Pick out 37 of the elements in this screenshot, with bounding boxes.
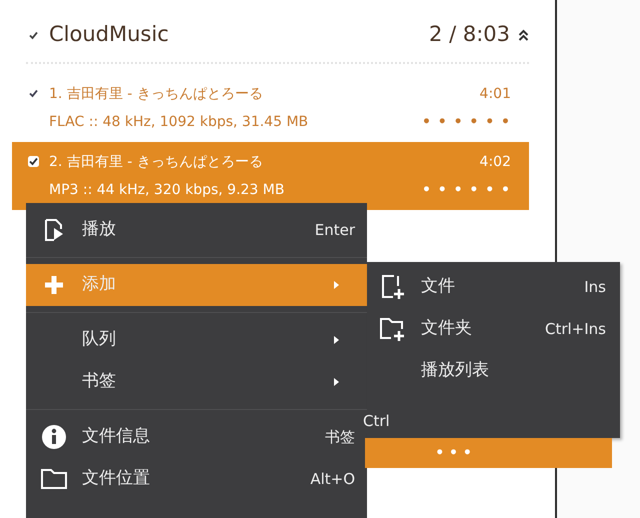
rating-dots: • • • [435, 444, 472, 462]
menu-item[interactable]: 书签 [26, 361, 367, 403]
shortcut-text: Ctrl+Ins [544, 318, 606, 340]
collapse-icon[interactable] [518, 29, 529, 41]
menu-item[interactable]: 文件位置 Alt+O [26, 458, 367, 500]
menu-item[interactable]: 文件夹 Ctrl+Ins [367, 308, 620, 350]
folder-icon [38, 467, 70, 491]
track-duration: 4:02 [480, 153, 511, 172]
menu-label: 文件位置 [82, 467, 151, 490]
shortcut-text: 书签 [325, 426, 355, 448]
menu-label: 文件信息 [82, 425, 151, 448]
checkbox[interactable] [28, 88, 39, 99]
playlist-title: CloudMusic [49, 21, 169, 48]
track-title: 1. 吉田有里 - きっちんぱとろーる [49, 85, 263, 104]
menu-item[interactable]: 队列 [26, 319, 367, 361]
checkbox[interactable] [28, 156, 39, 167]
playlist-summary: 2 / 8:03 [429, 21, 510, 48]
menu-label: 添加 [82, 273, 117, 296]
track-duration: 4:01 [480, 85, 511, 104]
menu-label: 文件夹 [421, 317, 473, 340]
track-format: MP3 :: 44 kHz, 320 kbps, 9.23 MB [49, 181, 284, 200]
menu-item[interactable]: 播放列表 [367, 350, 620, 392]
menu-label: 书签 [82, 370, 117, 394]
track-format: FLAC :: 48 kHz, 1092 kbps, 31.45 MB [49, 113, 308, 132]
rating-dots: • • • • • • [422, 113, 511, 132]
shortcut-text: Alt+O [310, 468, 355, 490]
track-title: 2. 吉田有里 - きっちんぱとろーる [49, 153, 263, 172]
menu-label: 播放列表 [421, 359, 490, 382]
menu-item[interactable]: 文件 Ins [367, 266, 620, 308]
checkbox[interactable] [28, 30, 39, 40]
rating-dots: • • • • • • [422, 181, 511, 200]
menu-label: 播放 [82, 218, 117, 242]
shortcut-text: Ins [584, 276, 606, 298]
shortcut-text: Enter [314, 220, 355, 241]
menu-item[interactable]: 播放 Enter [26, 209, 367, 251]
menu-label: 队列 [82, 328, 117, 352]
menu-label: 文件 [421, 275, 456, 298]
